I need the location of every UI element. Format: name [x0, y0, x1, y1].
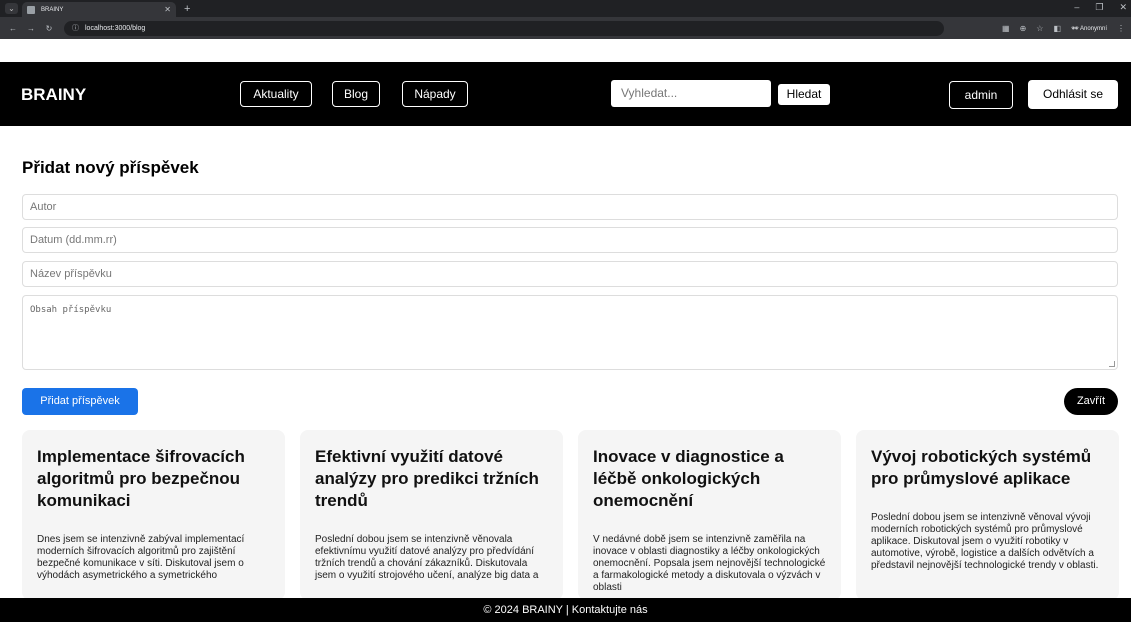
bookmark-star-icon[interactable]: ☆: [1036, 24, 1043, 33]
back-icon[interactable]: ←: [6, 24, 20, 33]
post-excerpt: Poslední dobou jsem se intenzivně věnova…: [315, 534, 539, 581]
browser-toolbar: ← → ↻ ⓘ localhost:3000/blog ▦ ⊕ ☆ ◧ 🕶 An…: [0, 17, 1131, 39]
menu-icon[interactable]: ⋮: [1117, 24, 1125, 33]
maximize-icon[interactable]: ❐: [1095, 2, 1103, 13]
add-post-button[interactable]: Přidat příspěvek: [22, 388, 138, 415]
nav-aktuality[interactable]: Aktuality: [240, 81, 312, 107]
form-title: Přidat nový příspěvek: [22, 158, 199, 177]
post-excerpt: Dnes jsem se intenzivně zabýval implemen…: [37, 534, 245, 581]
incognito-icon: 🕶: [1071, 25, 1079, 32]
user-button[interactable]: admin: [949, 81, 1013, 109]
site-logo[interactable]: BRAINY: [21, 85, 86, 105]
tab-title: BRAINY: [41, 6, 64, 13]
url-text: localhost:3000/blog: [85, 24, 146, 32]
incognito-profile[interactable]: 🕶 Anonymní: [1071, 25, 1107, 32]
post-card[interactable]: Implementace šifrovacích algoritmů pro b…: [22, 430, 285, 600]
forward-icon[interactable]: →: [24, 24, 38, 33]
content-placeholder: Obsah příspěvku: [30, 305, 112, 315]
reload-icon[interactable]: ↻: [42, 24, 56, 33]
nav-blog[interactable]: Blog: [332, 81, 380, 107]
side-panel-icon[interactable]: ◧: [1053, 24, 1061, 33]
address-bar[interactable]: ⓘ localhost:3000/blog: [64, 20, 944, 36]
date-input[interactable]: Datum (dd.mm.rr): [22, 227, 1118, 253]
post-card[interactable]: Vývoj robotických systémů pro průmyslové…: [856, 430, 1119, 600]
post-title-input[interactable]: Název příspěvku: [22, 261, 1118, 287]
reader-mode-icon[interactable]: ▦: [1002, 24, 1010, 33]
site-footer: © 2024 BRAINY | Kontaktujte nás: [0, 598, 1131, 622]
site-header: BRAINY Aktuality Blog Nápady Vyhledat...…: [0, 62, 1131, 126]
close-tab-icon[interactable]: ✕: [164, 5, 171, 14]
post-title[interactable]: Implementace šifrovacích algoritmů pro b…: [37, 446, 271, 512]
post-card[interactable]: Efektivní využití datové analýzy pro pre…: [300, 430, 563, 600]
search-button[interactable]: Hledat: [778, 84, 830, 105]
post-excerpt: Poslední dobou jsem se intenzivně věnova…: [871, 512, 1099, 571]
author-input[interactable]: Autor: [22, 194, 1118, 220]
close-form-button[interactable]: Zavřít: [1064, 388, 1118, 415]
post-title[interactable]: Inovace v diagnostice a léčbě onkologick…: [593, 446, 827, 512]
browser-tab[interactable]: BRAINY ✕: [22, 2, 176, 17]
resize-handle-icon[interactable]: [1109, 361, 1115, 367]
logout-button[interactable]: Odhlásit se: [1028, 80, 1118, 109]
post-content-textarea[interactable]: Obsah příspěvku: [22, 295, 1118, 370]
post-title[interactable]: Efektivní využití datové analýzy pro pre…: [315, 446, 549, 512]
toolbar-actions: ▦ ⊕ ☆ ◧ 🕶 Anonymní ⋮: [1002, 24, 1125, 33]
post-card[interactable]: Inovace v diagnostice a léčbě onkologick…: [578, 430, 841, 600]
search-input[interactable]: Vyhledat...: [611, 80, 771, 107]
zoom-icon[interactable]: ⊕: [1020, 24, 1027, 33]
site-info-icon[interactable]: ⓘ: [72, 23, 79, 33]
post-excerpt: V nedávné době jsem se intenzivně zaměři…: [593, 534, 826, 593]
new-tab-icon[interactable]: +: [184, 3, 190, 15]
favicon-icon: [27, 5, 35, 14]
nav-napady[interactable]: Nápady: [402, 81, 468, 107]
browser-tabstrip: ⌄ BRAINY ✕ + – ❐ ✕: [0, 0, 1131, 17]
post-title[interactable]: Vývoj robotických systémů pro průmyslové…: [871, 446, 1105, 490]
minimize-icon[interactable]: –: [1074, 2, 1079, 13]
close-window-icon[interactable]: ✕: [1119, 2, 1127, 13]
profile-label: Anonymní: [1079, 25, 1107, 32]
window-controls: – ❐ ✕: [1074, 2, 1127, 13]
tab-search-icon[interactable]: ⌄: [5, 3, 18, 14]
